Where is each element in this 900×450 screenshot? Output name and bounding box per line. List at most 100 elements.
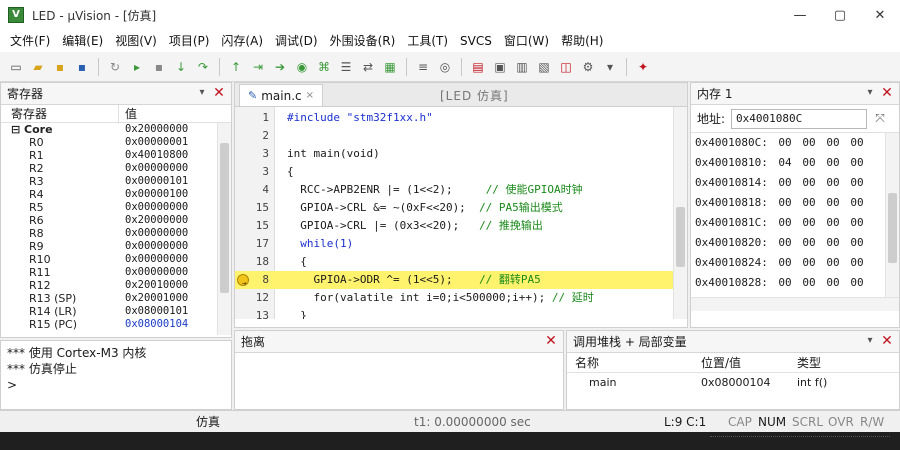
memory-byte[interactable]: 00 [821,133,845,153]
close-icon[interactable]: ✕ [211,85,227,101]
symbols-window-icon[interactable]: ⇄ [358,57,378,77]
save-icon[interactable]: ▪ [50,57,70,77]
memory-horizontal-scrollbar[interactable] [691,297,899,311]
command-window-icon[interactable]: ⌘ [314,57,334,77]
memory-byte[interactable]: 00 [845,273,869,293]
menu-project[interactable]: 项目(P) [163,30,216,52]
collapse-icon[interactable]: ⊟ [11,123,24,136]
disassembly-window-icon[interactable]: ☰ [336,57,356,77]
memory-byte[interactable]: 00 [845,153,869,173]
breakpoint-icon[interactable]: ◉ [292,57,312,77]
memory-byte[interactable]: 00 [797,253,821,273]
register-value[interactable]: 0x00000000 [119,253,188,266]
register-row[interactable]: R2 0x00000000 [1,162,231,175]
register-row[interactable]: R3 0x00000101 [1,175,231,188]
scrollbar-thumb[interactable] [888,193,897,263]
register-row[interactable]: R13 (SP) 0x20001000 [1,292,231,305]
code-line[interactable]: 15 GPIOA->CRL &= ~(0xF<<20); // PA5输出模式 [235,199,673,217]
memory-byte[interactable]: 00 [773,133,797,153]
memory-row[interactable]: 0x40010810: 04 00 00 00 [691,153,899,173]
register-value[interactable]: 0x40010800 [119,149,188,162]
memory-byte[interactable]: 00 [821,173,845,193]
memory-byte[interactable]: 00 [797,153,821,173]
registers-scrollbar[interactable] [217,123,231,335]
register-value[interactable]: 0x00000101 [119,175,188,188]
register-row[interactable]: R14 (LR) 0x08000101 [1,305,231,318]
stop-icon[interactable]: ▪ [149,57,169,77]
memory-byte[interactable]: 00 [797,213,821,233]
step-into-icon[interactable]: ↓ [171,57,191,77]
value-column-header[interactable]: 值 [119,105,137,122]
lock-address-icon[interactable]: ⤧ [873,111,887,127]
memory-row[interactable]: 0x40010824: 00 00 00 00 [691,253,899,273]
code-line[interactable]: 15 GPIOA->CRL |= (0x3<<20); // 推挽输出 [235,217,673,235]
settings-icon[interactable]: ✦ [633,57,653,77]
register-row[interactable]: R6 0x20000000 [1,214,231,227]
register-group-core[interactable]: ⊟ Core 0x20000000 [1,123,231,136]
memory-byte[interactable]: 00 [821,273,845,293]
memory-byte[interactable]: 00 [845,133,869,153]
save-all-icon[interactable]: ▪ [72,57,92,77]
memory-byte[interactable]: 00 [797,273,821,293]
menu-help[interactable]: 帮助(H) [555,30,609,52]
close-icon[interactable]: ✕ [879,85,895,101]
minimize-icon[interactable]: — [780,0,820,30]
memory-byte[interactable]: 00 [773,173,797,193]
pin-icon[interactable]: ▾ [863,333,877,349]
call-stack-icon[interactable]: ≡ [413,57,433,77]
menu-svcs[interactable]: SVCS [454,30,498,52]
memory-byte[interactable]: 00 [821,193,845,213]
register-row[interactable]: R9 0x00000000 [1,240,231,253]
memory-vertical-scrollbar[interactable] [885,133,899,311]
memory-window-icon[interactable]: ▤ [468,57,488,77]
register-value[interactable]: 0x00000000 [119,266,188,279]
memory-byte[interactable]: 00 [821,153,845,173]
memory-byte[interactable]: 00 [797,193,821,213]
register-value[interactable]: 0x20000000 [119,214,188,227]
close-icon[interactable]: ✕ [879,333,895,349]
memory-byte[interactable]: 00 [773,193,797,213]
memory-row[interactable]: 0x40010820: 00 00 00 00 [691,233,899,253]
menu-view[interactable]: 视图(V) [109,30,163,52]
call-stack-row[interactable]: main 0x08000104 int f() [567,373,899,393]
register-value[interactable]: 0x20010000 [119,279,188,292]
memory-byte[interactable]: 00 [845,253,869,273]
memory-byte[interactable]: 00 [845,173,869,193]
pin-icon[interactable]: ▾ [195,85,209,101]
memory-byte[interactable]: 00 [773,253,797,273]
code-line[interactable]: 4 RCC->APB2ENR |= (1<<2); // 使能GPIOA时钟 [235,181,673,199]
register-row[interactable]: R4 0x00000100 [1,188,231,201]
serial-window-icon[interactable]: ▣ [490,57,510,77]
tab-close-icon[interactable]: × [306,90,314,101]
register-value[interactable]: 0x00000000 [119,227,188,240]
editor-scrollbar[interactable] [673,107,687,319]
register-value[interactable]: 0x20001000 [119,292,188,305]
new-file-icon[interactable]: ▭ [6,57,26,77]
memory-byte[interactable]: 00 [773,273,797,293]
close-icon[interactable]: ✕ [543,333,559,349]
analysis-window-icon[interactable]: ▥ [512,57,532,77]
reset-cpu-icon[interactable]: ↻ [105,57,125,77]
pin-icon[interactable]: ▾ [863,85,877,101]
command-prompt[interactable]: > [7,377,225,393]
memory-grid[interactable]: 0x4001080C: 00 00 00 00 0x40010810: 04 00 00 00 0x… [691,133,899,311]
register-value[interactable]: 0x00000000 [119,162,188,175]
code-line[interactable]: 18 { [235,253,673,271]
system-viewer-icon[interactable]: ◫ [556,57,576,77]
step-out-icon[interactable]: ↑ [226,57,246,77]
menu-file[interactable]: 文件(F) [4,30,56,52]
trace-window-icon[interactable]: ▧ [534,57,554,77]
scrollbar-thumb[interactable] [220,143,229,293]
open-folder-icon[interactable]: ▰ [28,57,48,77]
maximize-icon[interactable]: ▢ [820,0,860,30]
memory-row[interactable]: 0x40010818: 00 00 00 00 [691,193,899,213]
memory-row[interactable]: 0x40010828: 00 00 00 00 [691,273,899,293]
menu-tools[interactable]: 工具(T) [401,30,454,52]
scrollbar-thumb[interactable] [676,207,685,267]
dropdown-arrow-icon[interactable]: ▾ [600,57,620,77]
code-line[interactable]: 3{ [235,163,673,181]
type-column-header[interactable]: 类型 [791,353,821,372]
run-to-cursor-icon[interactable]: ⇥ [248,57,268,77]
menu-debug[interactable]: 调试(D) [269,30,324,52]
memory-byte[interactable]: 00 [821,213,845,233]
